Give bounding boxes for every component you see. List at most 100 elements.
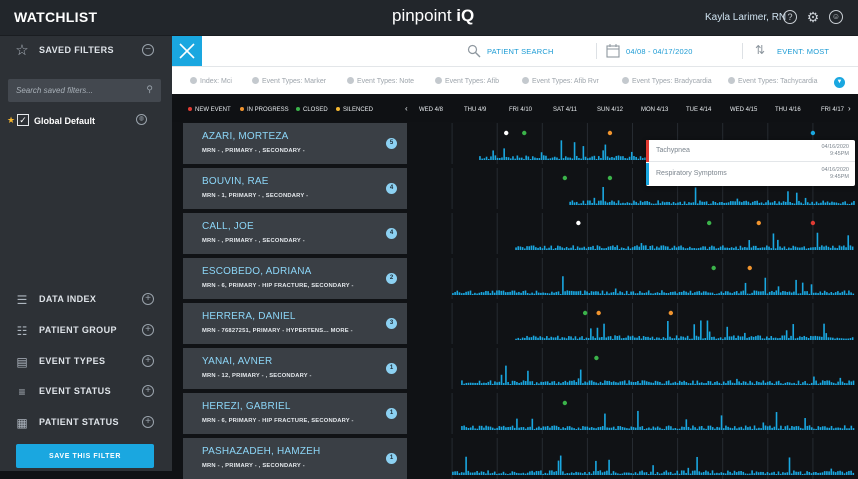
filter-chip[interactable]: Event Types: Afib Rvr xyxy=(522,77,599,85)
event-count-badge[interactable]: 1 xyxy=(386,453,397,464)
timeline-next-icon[interactable]: › xyxy=(848,104,851,113)
patient-card[interactable]: HERRERA, DANIEL MRN - 76827251, PRIMARY -… xyxy=(183,303,407,344)
save-filter-button[interactable]: SAVE THIS FILTER xyxy=(16,444,154,468)
expand-icon[interactable]: + xyxy=(142,385,154,397)
patient-name[interactable]: ESCOBEDO, ADRIANA xyxy=(202,266,312,277)
event-count-badge[interactable]: 4 xyxy=(386,183,397,194)
tooltip-event-item[interactable]: Tachypnea 04/16/2020 9:45PM xyxy=(646,140,855,162)
patient-timeline[interactable] xyxy=(407,393,858,434)
tooltip-event-item[interactable]: Respiratory Symptoms 04/16/2020 9:45PM xyxy=(646,163,855,185)
expand-icon[interactable]: + xyxy=(142,324,154,336)
close-filter-button[interactable] xyxy=(172,36,202,66)
patient-card[interactable]: BOUVIN, RAE MRN - 1, PRIMARY - , SECONDAR… xyxy=(183,168,407,209)
event-marker[interactable] xyxy=(594,355,599,361)
remove-chip-icon[interactable] xyxy=(435,77,442,84)
remove-chip-icon[interactable] xyxy=(622,77,629,84)
patient-card[interactable]: YANAI, AVNER MRN - 12, PRIMARY - , SECOND… xyxy=(183,348,407,389)
sidebar-item-event-types[interactable]: ▤ EVENT TYPES + xyxy=(0,347,172,377)
filter-chip[interactable]: Event Types: Afib xyxy=(435,77,499,85)
search-icon[interactable] xyxy=(467,44,481,58)
event-count-badge[interactable]: 1 xyxy=(386,363,397,374)
event-marker[interactable] xyxy=(756,220,761,226)
user-icon[interactable]: ☺ xyxy=(829,10,843,24)
event-count-badge[interactable]: 5 xyxy=(386,138,397,149)
sort-dropdown[interactable]: EVENT: MOST xyxy=(777,47,829,56)
sidebar-item-data-index[interactable]: ☰ DATA INDEX + xyxy=(0,285,172,315)
event-marker[interactable] xyxy=(607,175,613,181)
patient-row[interactable]: YANAI, AVNER MRN - 12, PRIMARY - , SECOND… xyxy=(183,348,858,389)
event-marker[interactable] xyxy=(706,220,712,226)
event-marker[interactable] xyxy=(747,265,752,271)
patient-name[interactable]: AZARI, MORTEZA xyxy=(202,131,289,142)
patient-row[interactable]: HERRERA, DANIEL MRN - 76827251, PRIMARY -… xyxy=(183,303,858,344)
patient-timeline[interactable] xyxy=(407,438,858,479)
sort-icon[interactable]: ⇅ xyxy=(755,43,765,57)
patient-name[interactable]: PASHAZADEH, HAMZEH xyxy=(202,446,320,457)
patient-timeline[interactable] xyxy=(407,348,858,389)
event-count-badge[interactable]: 2 xyxy=(386,273,397,284)
event-count-badge[interactable]: 4 xyxy=(386,228,397,239)
collapse-icon[interactable]: − xyxy=(142,44,154,56)
saved-filters-header[interactable]: ☆ SAVED FILTERS − xyxy=(0,36,172,66)
patient-card[interactable]: CALL, JOE MRN - , PRIMARY - , SECONDARY -… xyxy=(183,213,407,254)
patient-search-button[interactable]: PATIENT SEARCH xyxy=(487,47,554,56)
filter-chip[interactable]: Event Types: Note xyxy=(347,77,414,85)
patient-name[interactable]: YANAI, AVNER xyxy=(202,356,272,367)
patient-name[interactable]: HERRERA, DANIEL xyxy=(202,311,296,322)
filter-chip[interactable]: Event Types: Tachycardia xyxy=(728,77,818,85)
patient-row[interactable]: ESCOBEDO, ADRIANA MRN - 6, PRIMARY - HIP … xyxy=(183,258,858,299)
event-marker[interactable] xyxy=(582,310,588,316)
remove-chip-icon[interactable] xyxy=(347,77,354,84)
patient-name[interactable]: CALL, JOE xyxy=(202,221,254,232)
expand-icon[interactable]: + xyxy=(142,293,154,305)
event-marker[interactable] xyxy=(607,130,613,136)
sidebar-item-event-status[interactable]: ≡ EVENT STATUS + xyxy=(0,377,172,407)
patient-name[interactable]: HEREZI, GABRIEL xyxy=(202,401,291,412)
patient-row[interactable]: CALL, JOE MRN - , PRIMARY - , SECONDARY -… xyxy=(183,213,858,254)
checkbox-icon[interactable]: ✓ xyxy=(17,114,29,126)
patient-timeline[interactable] xyxy=(407,258,858,299)
timeline-prev-icon[interactable]: ‹ xyxy=(405,104,408,113)
event-marker[interactable] xyxy=(810,130,816,136)
patient-timeline[interactable] xyxy=(407,213,858,254)
user-name[interactable]: Kayla Larimer, RN xyxy=(705,12,786,23)
patient-name[interactable]: BOUVIN, RAE xyxy=(202,176,269,187)
help-icon[interactable]: ? xyxy=(783,10,797,24)
filter-chip[interactable]: Index: Mci xyxy=(190,77,232,85)
patient-timeline[interactable] xyxy=(407,303,858,344)
global-default-filter[interactable]: ★ ✓ Global Default ◍ xyxy=(7,113,167,129)
filter-chip[interactable]: Event Types: Bradycardia xyxy=(622,77,712,85)
patient-row[interactable]: HEREZI, GABRIEL MRN - 6, PRIMARY - HIP FR… xyxy=(183,393,858,434)
remove-chip-icon[interactable] xyxy=(522,77,529,84)
patient-row[interactable]: PASHAZADEH, HAMZEH MRN - , PRIMARY - , SE… xyxy=(183,438,858,479)
expand-icon[interactable]: + xyxy=(142,416,154,428)
remove-chip-icon[interactable] xyxy=(252,77,259,84)
favorite-star-icon[interactable]: ★ xyxy=(7,115,15,126)
binoculars-icon[interactable]: ⚲ xyxy=(146,84,153,95)
globe-icon[interactable]: ◍ xyxy=(136,114,147,125)
event-marker[interactable] xyxy=(522,130,527,136)
event-count-badge[interactable]: 3 xyxy=(386,318,397,329)
patient-card[interactable]: PASHAZADEH, HAMZEH MRN - , PRIMARY - , SE… xyxy=(183,438,407,479)
patient-card[interactable]: ESCOBEDO, ADRIANA MRN - 6, PRIMARY - HIP … xyxy=(183,258,407,299)
remove-chip-icon[interactable] xyxy=(190,77,197,84)
event-marker[interactable] xyxy=(711,265,716,271)
event-marker[interactable] xyxy=(562,400,568,406)
patient-card[interactable]: HEREZI, GABRIEL MRN - 6, PRIMARY - HIP FR… xyxy=(183,393,407,434)
saved-filter-search-input[interactable] xyxy=(16,84,134,97)
expand-chips-icon[interactable]: ▼ xyxy=(834,77,845,88)
calendar-icon[interactable] xyxy=(606,43,620,58)
event-marker[interactable] xyxy=(504,130,509,136)
date-range-picker[interactable]: 04/08 - 04/17/2020 xyxy=(626,47,693,56)
event-count-badge[interactable]: 1 xyxy=(386,408,397,419)
event-marker[interactable] xyxy=(810,220,816,226)
expand-icon[interactable]: + xyxy=(142,355,154,367)
filter-chip[interactable]: Event Types: Marker xyxy=(252,77,326,85)
patient-card[interactable]: AZARI, MORTEZA MRN - , PRIMARY - , SECOND… xyxy=(183,123,407,164)
sidebar-item-patient-group[interactable]: ☷ PATIENT GROUP + xyxy=(0,316,172,346)
event-marker[interactable] xyxy=(668,310,674,316)
gear-icon[interactable]: ⚙ xyxy=(806,10,820,24)
event-marker[interactable] xyxy=(596,310,601,316)
event-marker[interactable] xyxy=(562,175,568,181)
event-marker[interactable] xyxy=(576,220,581,226)
